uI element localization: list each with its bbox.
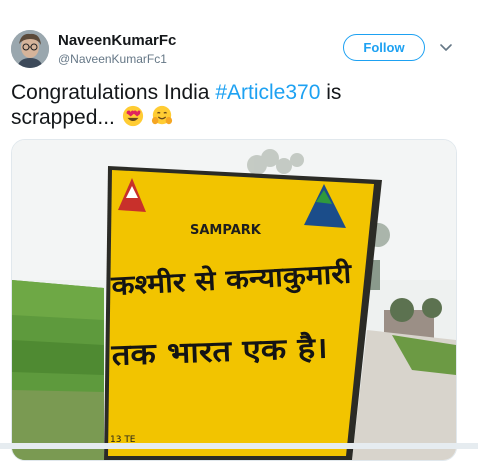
- hashtag-link[interactable]: #Article370: [215, 81, 320, 104]
- hugging-face-emoji-icon: [151, 105, 172, 125]
- tweet-text-start: Congratulations India: [11, 81, 216, 104]
- bottom-divider: [0, 443, 478, 449]
- user-handle[interactable]: @NaveenKumarFc1: [58, 52, 167, 66]
- tweet-text: Congratulations India #Article370 is scr…: [11, 80, 371, 130]
- heart-eyes-emoji-icon: [122, 105, 143, 127]
- chevron-down-icon[interactable]: [438, 40, 454, 56]
- sign-header: SAMPARK: [190, 223, 262, 238]
- avatar[interactable]: [11, 30, 49, 68]
- tweet-photo[interactable]: SAMPARK कश्मीर से कन्याकुमारी तक भारत एक…: [11, 139, 457, 461]
- follow-button[interactable]: Follow: [343, 34, 425, 61]
- profile-photo-icon: [11, 30, 49, 68]
- display-name[interactable]: NaveenKumarFc: [58, 32, 176, 49]
- milestone-photo: SAMPARK कश्मीर से कन्याकुमारी तक भारत एक…: [12, 140, 456, 460]
